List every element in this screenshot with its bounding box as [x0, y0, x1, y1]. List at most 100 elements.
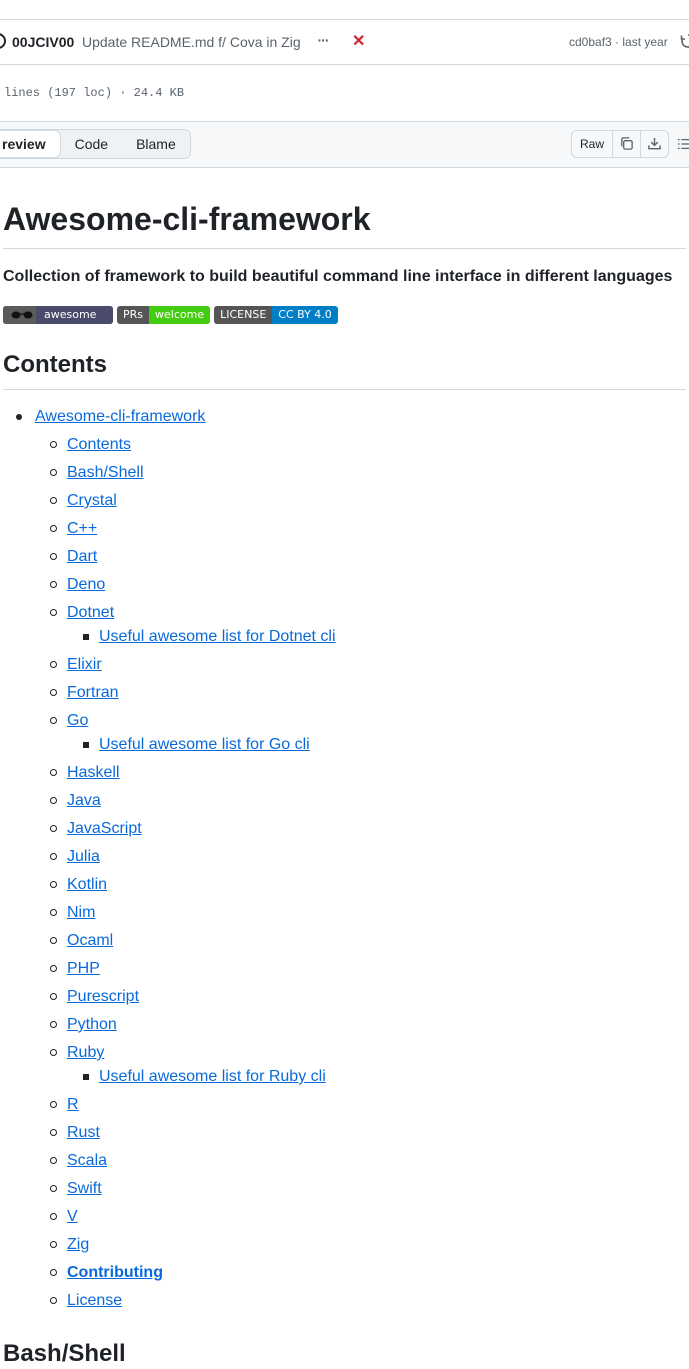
- sunglasses-icon: [11, 311, 33, 319]
- toc-link[interactable]: License: [67, 1292, 122, 1309]
- toc-item: Ruby: [3, 1043, 686, 1063]
- toc-item: R: [3, 1095, 686, 1115]
- download-icon: [648, 137, 661, 150]
- toc-root-link[interactable]: Awesome-cli-framework: [35, 408, 205, 425]
- toc-link[interactable]: Scala: [67, 1152, 107, 1169]
- toc-item: C++: [3, 519, 686, 539]
- toc-link[interactable]: Nim: [67, 904, 95, 921]
- toc-item: JavaScript: [3, 819, 686, 839]
- tab-code[interactable]: Code: [61, 130, 122, 158]
- toc-link[interactable]: R: [67, 1096, 79, 1113]
- toc-link[interactable]: Contents: [67, 436, 131, 453]
- toc-sublist: Contents Bash/Shell Crystal C++ Dart Deno Dotn…: [3, 435, 686, 1311]
- toc-link[interactable]: Rust: [67, 1124, 100, 1141]
- license-badge-right: CC BY 4.0: [272, 306, 338, 324]
- toc-item: License: [3, 1291, 686, 1311]
- tab-preview[interactable]: review: [0, 130, 61, 158]
- copy-raw-button[interactable]: [613, 131, 642, 157]
- toc-item: Purescript: [3, 987, 686, 1007]
- toc-sublink[interactable]: Useful awesome list for Go cli: [99, 736, 310, 753]
- toc-item: Kotlin: [3, 875, 686, 895]
- toc-item: Contributing: [3, 1263, 686, 1283]
- badge-row: awesome PRs welcome LICENSE CC BY 4.0: [3, 306, 686, 326]
- toc-link[interactable]: C++: [67, 520, 97, 537]
- expand-commit-button[interactable]: ···: [313, 33, 333, 49]
- readme-article: Awesome-cli-framework Collection of fram…: [3, 170, 686, 1311]
- toc-item: Deno: [3, 575, 686, 595]
- toc-item: Julia: [3, 847, 686, 867]
- prs-badge-right: welcome: [149, 306, 211, 324]
- toc-link[interactable]: Kotlin: [67, 876, 107, 893]
- download-button[interactable]: [641, 131, 668, 157]
- readme-tagline: Collection of framework to build beautif…: [3, 268, 673, 285]
- toc-link[interactable]: Dart: [67, 548, 97, 565]
- x-icon[interactable]: ✕: [352, 31, 365, 51]
- toc-link[interactable]: Fortran: [67, 684, 119, 701]
- toc-item: Java: [3, 791, 686, 811]
- toc-sublink[interactable]: Useful awesome list for Ruby cli: [99, 1068, 326, 1085]
- toc-link[interactable]: Go: [67, 712, 88, 729]
- toc-link[interactable]: PHP: [67, 960, 100, 977]
- toc-subitem: Useful awesome list for Go cli: [3, 735, 686, 755]
- toc-item: Ocaml: [3, 931, 686, 951]
- file-toolbar: review Code Blame Raw: [0, 121, 689, 168]
- toc-link[interactable]: Ruby: [67, 1044, 104, 1061]
- file-info: lines (197 loc) · 24.4 KB: [4, 86, 185, 100]
- awesome-badge[interactable]: awesome: [3, 306, 113, 324]
- history-icon[interactable]: [680, 33, 689, 49]
- tab-blame[interactable]: Blame: [122, 130, 190, 158]
- toc-item: V: [3, 1207, 686, 1227]
- toc-link[interactable]: Bash/Shell: [67, 464, 144, 481]
- license-badge[interactable]: LICENSE CC BY 4.0: [214, 306, 338, 324]
- toc-subitem: Useful awesome list for Ruby cli: [3, 1067, 686, 1087]
- awesome-badge-label: awesome: [36, 306, 113, 324]
- avatar[interactable]: [0, 33, 6, 49]
- toc-item: Contents: [3, 435, 686, 455]
- toc-link[interactable]: Deno: [67, 576, 105, 593]
- toc-item: Nim: [3, 903, 686, 923]
- toc-item: Haskell: [3, 763, 686, 783]
- contents-heading: Contents: [3, 350, 686, 390]
- toc-link[interactable]: Swift: [67, 1180, 102, 1197]
- license-badge-left: LICENSE: [214, 306, 273, 324]
- prs-welcome-badge[interactable]: PRs welcome: [117, 306, 211, 324]
- toc-item: PHP: [3, 959, 686, 979]
- toc-root-item: Awesome-cli-framework: [3, 407, 686, 427]
- outline-icon[interactable]: [677, 137, 689, 151]
- copy-icon: [621, 137, 633, 150]
- file-actions: Raw: [571, 130, 670, 158]
- toc-link[interactable]: Crystal: [67, 492, 117, 509]
- toc-item: Bash/Shell: [3, 463, 686, 483]
- toc-link[interactable]: Ocaml: [67, 932, 113, 949]
- toc-link[interactable]: Java: [67, 792, 101, 809]
- commit-hash-age[interactable]: cd0baf3 · last year: [569, 35, 668, 49]
- toc-link[interactable]: Contributing: [67, 1264, 163, 1281]
- toc-link[interactable]: Python: [67, 1016, 117, 1033]
- prs-badge-left: PRs: [117, 306, 150, 324]
- readme-title: Awesome-cli-framework: [3, 170, 686, 249]
- commit-author-link[interactable]: 00JCIV00: [12, 34, 74, 50]
- toc-subitem: Useful awesome list for Dotnet cli: [3, 627, 686, 647]
- toc-sublink[interactable]: Useful awesome list for Dotnet cli: [99, 628, 336, 645]
- toc-item: Crystal: [3, 491, 686, 511]
- toc-item: Rust: [3, 1123, 686, 1143]
- toc-link[interactable]: Zig: [67, 1236, 89, 1253]
- toc-link[interactable]: Julia: [67, 848, 100, 865]
- toc-link[interactable]: Haskell: [67, 764, 119, 781]
- toc-link[interactable]: Purescript: [67, 988, 139, 1005]
- view-mode-tabs: review Code Blame: [0, 129, 191, 159]
- toc-item: Dotnet: [3, 603, 686, 623]
- bash-shell-heading: Bash/Shell: [3, 1340, 126, 1367]
- toc-item: Go: [3, 711, 686, 731]
- toc-item: Fortran: [3, 683, 686, 703]
- commit-message-link[interactable]: Update README.md f/ Cova in Zig: [82, 34, 301, 50]
- toc-link[interactable]: Dotnet: [67, 604, 114, 621]
- toc-link[interactable]: JavaScript: [67, 820, 142, 837]
- raw-button[interactable]: Raw: [572, 131, 614, 157]
- toc-link[interactable]: V: [67, 1208, 78, 1225]
- table-of-contents: Awesome-cli-framework: [3, 407, 686, 427]
- toc-item: Zig: [3, 1235, 686, 1255]
- toc-item: Swift: [3, 1179, 686, 1199]
- toc-link[interactable]: Elixir: [67, 656, 102, 673]
- toc-item: Dart: [3, 547, 686, 567]
